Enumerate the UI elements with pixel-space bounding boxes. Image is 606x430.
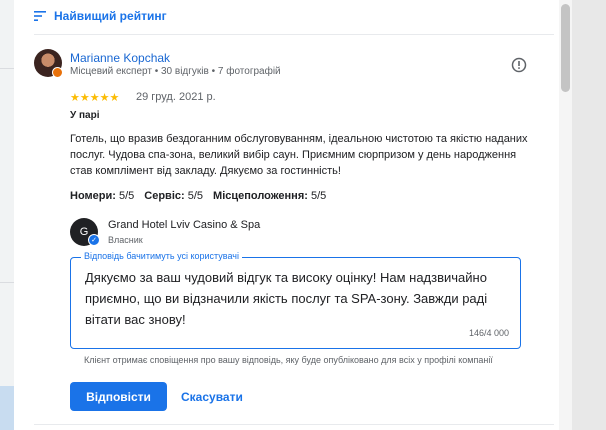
divider bbox=[34, 424, 554, 425]
background-divider bbox=[0, 68, 14, 69]
owner-avatar: G ✓ bbox=[70, 218, 100, 246]
local-guide-badge-icon bbox=[52, 67, 63, 78]
review-date: 29 груд. 2021 р. bbox=[136, 91, 216, 103]
background-blue-strip bbox=[0, 386, 14, 430]
rating-rooms: Номери: 5/5 bbox=[70, 190, 135, 202]
reviewer-name[interactable]: Marianne Kopchak bbox=[70, 51, 170, 65]
reply-button[interactable]: Відповісти bbox=[70, 382, 167, 411]
trip-type: У парі bbox=[70, 110, 100, 121]
reviewer-avatar[interactable] bbox=[34, 49, 63, 78]
char-counter: 146/4 000 bbox=[468, 328, 509, 338]
owner-name: Grand Hotel Lviv Casino & Spa bbox=[108, 219, 261, 231]
cancel-button[interactable]: Скасувати bbox=[177, 382, 247, 411]
sort-icon bbox=[34, 11, 46, 21]
sort-label: Найвищий рейтинг bbox=[54, 9, 167, 23]
sub-ratings: Номери: 5/5 Сервіс: 5/5 Місцеположення: … bbox=[70, 190, 326, 202]
reply-textarea[interactable]: Відповідь бачитимуть усі користувачі Дяк… bbox=[70, 251, 521, 349]
rating-location: Місцеположення: 5/5 bbox=[213, 190, 327, 202]
sort-button[interactable]: Найвищий рейтинг bbox=[34, 7, 167, 25]
owner-avatar-initials: G bbox=[79, 226, 89, 238]
reply-notice: Клієнт отримає сповіщення про вашу відпо… bbox=[84, 355, 493, 365]
reviews-panel: Найвищий рейтинг Marianne Kopchak Місцев… bbox=[14, 0, 559, 430]
background-page bbox=[0, 0, 14, 430]
background-divider bbox=[0, 282, 14, 283]
verified-check-icon: ✓ bbox=[88, 234, 100, 246]
report-icon[interactable] bbox=[511, 57, 527, 73]
star-rating: ★★★★★ bbox=[70, 92, 120, 104]
reply-label: Відповідь бачитимуть усі користувачі bbox=[81, 251, 242, 261]
rating-service: Сервіс: 5/5 bbox=[144, 190, 204, 202]
owner-role: Власник bbox=[108, 235, 143, 245]
reply-text[interactable]: Дякуємо за ваш чудовий відгук та високу … bbox=[85, 267, 513, 330]
scrollbar-thumb[interactable] bbox=[561, 4, 570, 92]
reviewer-meta: Місцевий експерт • 30 відгуків • 7 фотог… bbox=[70, 66, 281, 77]
review-text: Готель, що вразив бездоганним обслуговув… bbox=[70, 133, 528, 177]
divider bbox=[34, 34, 554, 35]
